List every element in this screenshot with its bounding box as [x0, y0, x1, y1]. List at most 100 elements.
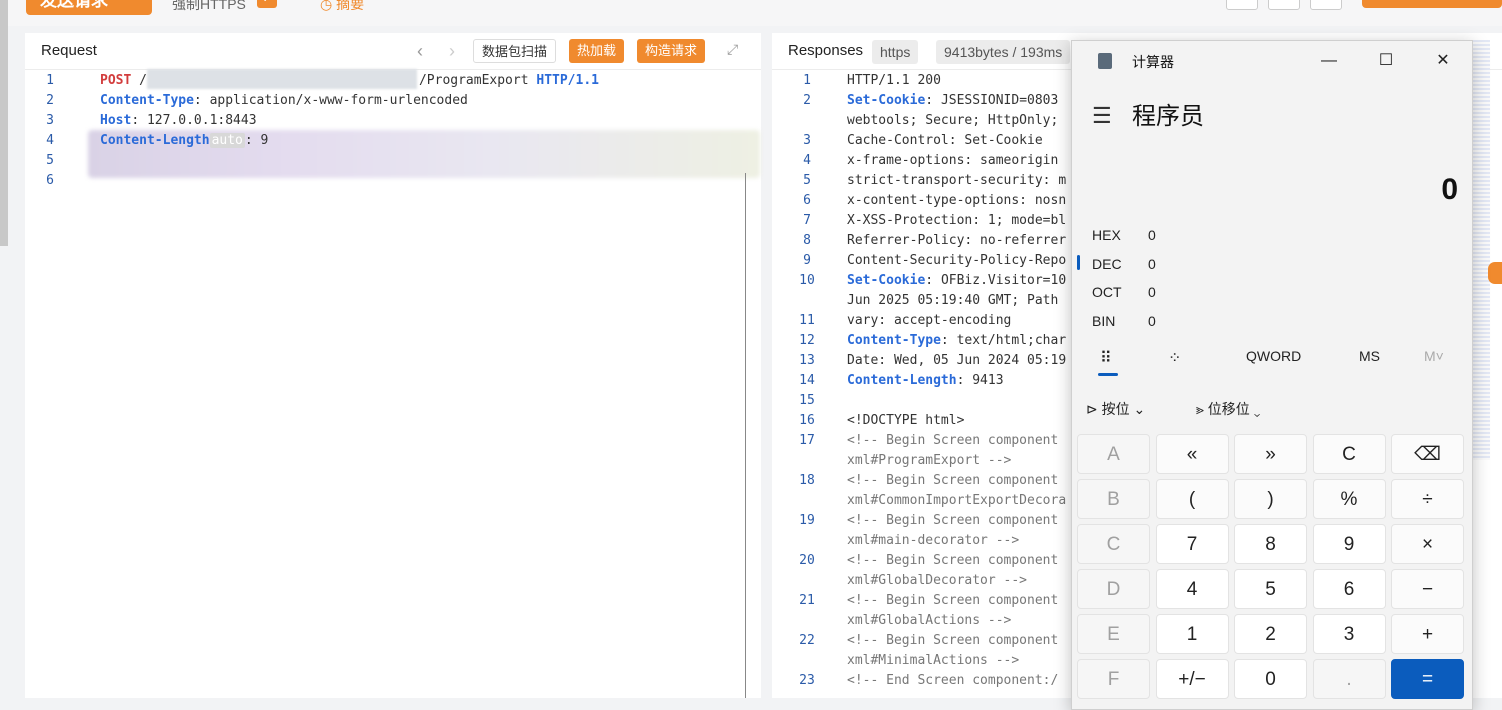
header-value: OFBiz.Visitor=10 [940, 273, 1067, 288]
tab-underline [1098, 373, 1118, 376]
key-5[interactable]: 5 [1234, 569, 1307, 609]
bitshift-dropdown[interactable]: ⪢ 位移位 ⌄ [1196, 399, 1260, 419]
hot-load-button[interactable]: 热加载 [569, 39, 625, 63]
line-number: 11 [799, 313, 815, 328]
chevron-left-icon[interactable]: ‹ [417, 41, 423, 62]
key-b: B [1077, 479, 1150, 519]
radix-hex[interactable]: HEX [1092, 227, 1121, 243]
line-number: 6 [46, 173, 54, 188]
key-clear[interactable]: C [1312, 434, 1386, 474]
line-text: x-frame-options: sameorigin [847, 153, 1059, 168]
line-text: x-content-type-options: nosn [847, 193, 1067, 208]
key-3[interactable]: 3 [1312, 614, 1386, 654]
key-shift-left[interactable]: « [1155, 434, 1229, 474]
toolbar-action-button[interactable] [1362, 0, 1502, 8]
line-number: 3 [803, 133, 811, 148]
line-number: 21 [799, 593, 815, 608]
key-percent[interactable]: % [1312, 479, 1386, 519]
header-key: Content-Type [100, 93, 194, 108]
chevron-right-icon[interactable]: › [449, 41, 455, 62]
line-text: <!-- Begin Screen component [847, 553, 1059, 568]
bit-toggle-keypad-icon[interactable]: ⁘ [1168, 348, 1181, 368]
key-equals[interactable]: = [1391, 659, 1464, 699]
calculator-window: 计算器 — ☐ ✕ ☰ 程序员 0 HEX 0 DEC 0 OCT 0 BIN … [1071, 40, 1473, 710]
line-text: xml#GlobalDecorator --> [847, 573, 1028, 588]
toolbar-icon-button[interactable] [1226, 0, 1258, 10]
calculator-title: 计算器 [1132, 54, 1174, 70]
memory-store-button[interactable]: MS [1359, 348, 1380, 364]
key-multiply[interactable]: × [1391, 524, 1464, 564]
backspace-icon[interactable]: ⌫ [1391, 434, 1464, 474]
full-keypad-icon[interactable]: ⠿ [1100, 348, 1112, 368]
http-version: HTTP/1.1 [536, 73, 599, 88]
packet-scan-button[interactable]: 数据包扫描 [473, 39, 557, 63]
line-number: 7 [803, 213, 811, 228]
build-request-button[interactable]: 构造请求 [637, 39, 706, 63]
maximize-icon[interactable]: ☐ [1371, 49, 1401, 73]
key-8[interactable]: 8 [1234, 524, 1307, 564]
response-line: Date: Wed, 05 Jun 2024 05:19 [847, 353, 1066, 368]
chevron-down-icon: ⌄ [1133, 401, 1146, 417]
response-line: webtools; Secure; HttpOnly; [847, 113, 1058, 128]
header-value: 127.0.0.1:8443 [146, 113, 257, 128]
calculator-titlebar[interactable]: 计算器 — ☐ ✕ [1072, 41, 1472, 81]
key-negate[interactable]: +/− [1155, 659, 1229, 699]
key-close-paren[interactable]: ) [1234, 479, 1307, 519]
word-size-button[interactable]: QWORD [1246, 348, 1301, 364]
line-number: 5 [803, 173, 811, 188]
key-open-paren[interactable]: ( [1155, 479, 1229, 519]
key-minus[interactable]: − [1391, 569, 1464, 609]
toolbar-icon-button[interactable] [1268, 0, 1300, 10]
radix-oct[interactable]: OCT [1092, 284, 1122, 300]
response-line: strict-transport-security: m [847, 173, 1066, 188]
header-key: Host [100, 113, 132, 128]
key-divide[interactable]: ÷ [1391, 479, 1464, 519]
key-shift-right[interactable]: » [1234, 434, 1307, 474]
calculator-display: 0 [1441, 173, 1458, 206]
memory-dropdown-button[interactable]: M˅ [1424, 348, 1444, 364]
key-9[interactable]: 9 [1312, 524, 1386, 564]
line-number: 1 [46, 73, 54, 88]
send-request-button[interactable]: 发送请求 [26, 0, 152, 15]
toolbar-icon-button[interactable] [1310, 0, 1342, 10]
key-0[interactable]: 0 [1234, 659, 1307, 699]
line-text: <!-- End Screen component:/ [847, 673, 1059, 688]
abstract-link[interactable]: ◷ 摘要 [320, 0, 364, 14]
response-line: xml#MinimalActions --> [847, 653, 1019, 668]
header-line: Content-Type: application/x-www-form-url… [100, 93, 468, 108]
request-path: / [139, 73, 147, 88]
line-text: <!-- Begin Screen component [847, 593, 1059, 608]
key-plus[interactable]: + [1391, 614, 1464, 654]
key-2[interactable]: 2 [1234, 614, 1307, 654]
radix-dec[interactable]: DEC [1092, 256, 1122, 272]
minimize-icon[interactable]: — [1314, 49, 1344, 73]
auto-chip[interactable]: auto [209, 133, 245, 148]
radix-bin[interactable]: BIN [1092, 313, 1115, 329]
line-number: 15 [799, 393, 815, 408]
menu-icon[interactable]: ☰ [1092, 103, 1112, 129]
line-text: xml#ProgramExport --> [847, 453, 1012, 468]
key-7[interactable]: 7 [1155, 524, 1229, 564]
key-6[interactable]: 6 [1312, 569, 1386, 609]
header-line: Host: 127.0.0.1:8443 [100, 113, 257, 128]
force-https-toggle[interactable]: ✓ [257, 0, 277, 8]
floating-assistant-icon[interactable] [1488, 262, 1502, 284]
response-line: <!DOCTYPE html> [847, 413, 964, 428]
line-text: Jun 2025 05:19:40 GMT; Path [847, 293, 1059, 308]
minimap[interactable] [1472, 40, 1490, 460]
line-number: 4 [803, 153, 811, 168]
scrollbar[interactable] [0, 0, 8, 246]
header-key: Set-Cookie [847, 273, 926, 288]
response-line: <!-- Begin Screen component [847, 513, 1058, 528]
line-number: 23 [799, 673, 815, 688]
key-4[interactable]: 4 [1155, 569, 1229, 609]
line-number: 2 [803, 93, 811, 108]
expand-icon[interactable]: ⤢ [727, 41, 741, 57]
response-title: Responses [788, 42, 864, 59]
close-icon[interactable]: ✕ [1428, 49, 1458, 73]
response-line: X-XSS-Protection: 1; mode=bl [847, 213, 1066, 228]
bitwise-dropdown[interactable]: ⊳ 按位 ⌄ [1086, 399, 1145, 419]
key-1[interactable]: 1 [1155, 614, 1229, 654]
radix-hex-value: 0 [1148, 227, 1156, 243]
request-line: POST / /ProgramExport HTTP/1.1 [100, 73, 599, 88]
